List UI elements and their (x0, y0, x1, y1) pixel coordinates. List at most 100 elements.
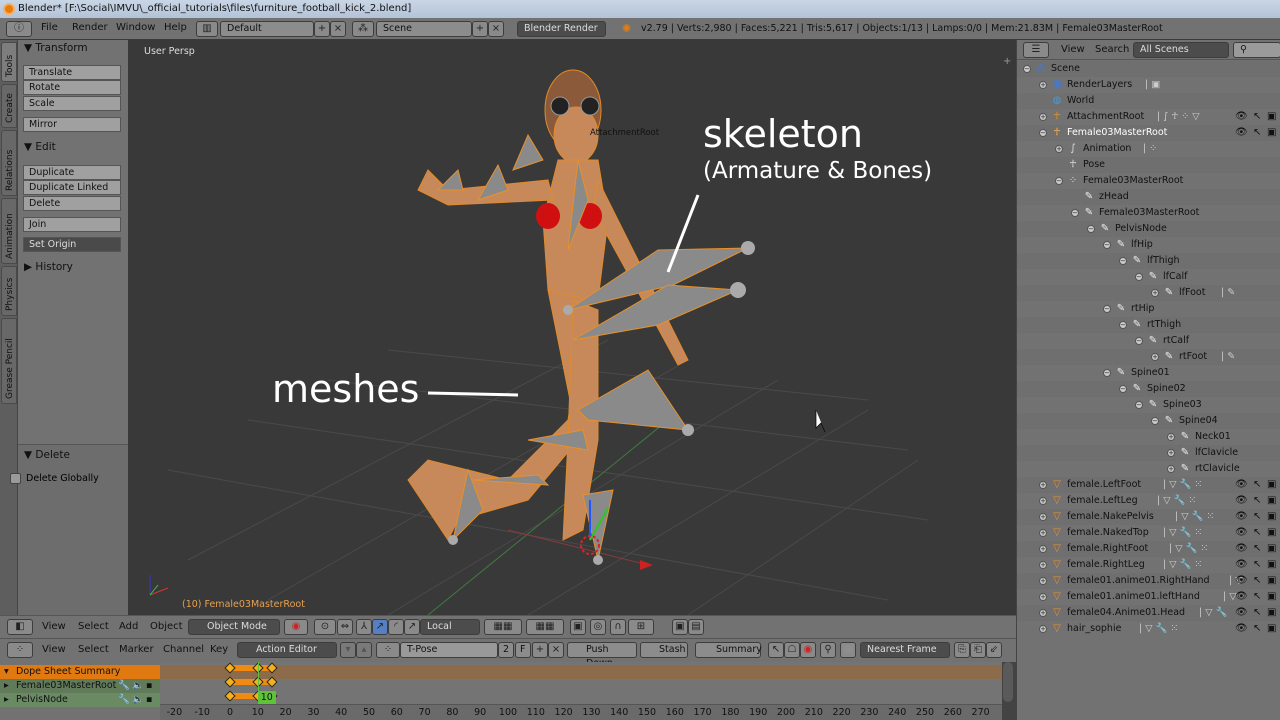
pivot-point-icon[interactable]: ⊙ (314, 619, 336, 635)
outliner-item-label[interactable]: female01.anime01.leftHand (1067, 589, 1200, 605)
outliner-row[interactable]: − ⁂ Scene (1017, 61, 1280, 77)
outliner-item-label[interactable]: Scene (1051, 61, 1080, 77)
menu-view[interactable]: View (1061, 44, 1085, 55)
expand-toggle-icon[interactable]: + (1167, 465, 1175, 473)
renderability-camera-icon[interactable]: ▣ (1267, 622, 1276, 636)
outliner-row[interactable]: + ✎ rtFoot | ✎ (1017, 349, 1280, 365)
expand-toggle-icon[interactable]: + (1055, 145, 1063, 153)
visibility-eye-icon[interactable]: 👁 (1235, 606, 1248, 620)
outliner-row[interactable]: − ✎ rtCalf (1017, 333, 1280, 349)
outliner-row[interactable]: + ✎ Neck01 (1017, 429, 1280, 445)
outliner-row[interactable]: − ✎ PelvisNode (1017, 221, 1280, 237)
outliner-row[interactable]: + ✎ lfFoot | ✎ (1017, 285, 1280, 301)
selectability-cursor-icon[interactable]: ↖ (1253, 606, 1261, 620)
summary-toggle[interactable]: Summary (695, 642, 762, 658)
scene-icon[interactable]: ⁂ (352, 21, 374, 37)
outliner-item-label[interactable]: female.NakePelvis (1067, 509, 1154, 525)
action-up-icon[interactable]: ▴ (356, 642, 372, 658)
visibility-eye-icon[interactable]: 👁 (1235, 542, 1248, 556)
menu-file[interactable]: File (41, 22, 58, 33)
outliner-item-label[interactable]: World (1067, 93, 1094, 109)
expand-toggle-icon[interactable]: + (1151, 353, 1159, 361)
selectability-cursor-icon[interactable]: ↖ (1253, 110, 1261, 124)
expand-toggle-icon[interactable]: + (1039, 497, 1047, 505)
snap-icon[interactable]: ∩ (610, 619, 626, 635)
outliner-row[interactable]: + ▽ hair_sophie | ▽ 🔧 ⁙ 👁 ↖ ▣ (1017, 621, 1280, 637)
outliner-row[interactable]: + ▽ female.NakedTop | ▽ 🔧 ⁙ 👁 ↖ ▣ (1017, 525, 1280, 541)
outliner-row[interactable]: − ✎ rtHip (1017, 301, 1280, 317)
rotate-manipulator-icon[interactable]: ↗ (372, 619, 388, 635)
renderability-camera-icon[interactable]: ▣ (1267, 510, 1276, 524)
collapse-toggle-icon[interactable]: − (1103, 241, 1111, 249)
expand-arrow-icon[interactable]: ▸ (4, 693, 9, 707)
expand-toggle-icon[interactable]: + (1039, 593, 1047, 601)
collapse-toggle-icon[interactable]: − (1151, 417, 1159, 425)
renderability-camera-icon[interactable]: ▣ (1267, 542, 1276, 556)
outliner-item-label[interactable]: PelvisNode (1115, 221, 1167, 237)
modifier-wrench-icon[interactable]: 🔧 (118, 693, 130, 707)
screen-layout-field[interactable]: Default (220, 21, 314, 37)
outliner-row[interactable]: + ▽ female04.Anime01.Head | ▽ 🔧 👁 ↖ ▣ (1017, 605, 1280, 621)
menu-add[interactable]: Add (119, 621, 138, 632)
renderability-camera-icon[interactable]: ▣ (1267, 126, 1276, 140)
delete-globally-checkbox[interactable] (10, 473, 21, 484)
renderability-camera-icon[interactable]: ▣ (1267, 478, 1276, 492)
layers-grid-2[interactable]: ▦▦ (526, 619, 564, 635)
expand-arrow-icon[interactable]: ▾ (4, 665, 9, 679)
visibility-eye-icon[interactable]: 👁 (1235, 622, 1248, 636)
transform-orientation-icon[interactable]: ↗ (404, 619, 420, 635)
expand-toggle-icon[interactable]: + (1151, 289, 1159, 297)
outliner-row[interactable]: + ▽ female.RightFoot | ▽ 🔧 ⁙ 👁 ↖ ▣ (1017, 541, 1280, 557)
expand-arrow-icon[interactable]: ▸ (4, 679, 9, 693)
menu-window[interactable]: Window (116, 22, 155, 33)
edit-panel-header[interactable]: ▼ Edit (24, 141, 56, 153)
lock-layers-icon[interactable]: ▣ (570, 619, 586, 635)
add-region-icon[interactable]: + (1003, 56, 1011, 67)
outliner-item-label[interactable]: rtFoot (1179, 349, 1207, 365)
outliner-item-label[interactable]: female04.Anime01.Head (1067, 605, 1185, 621)
lock-icon[interactable]: ▪ (146, 693, 152, 707)
remove-layout-icon[interactable]: × (330, 21, 346, 37)
lock-icon[interactable]: ▪ (146, 679, 152, 693)
expand-toggle-icon[interactable]: + (1039, 609, 1047, 617)
duplicate-button[interactable]: Duplicate (23, 165, 121, 180)
selectability-cursor-icon[interactable]: ↖ (1253, 526, 1261, 540)
tab-physics[interactable]: Physics (1, 266, 17, 316)
copy-keyframes-icon[interactable]: ⎘ (954, 642, 970, 658)
renderability-camera-icon[interactable]: ▣ (1267, 590, 1276, 604)
manipulator-toggle-icon[interactable]: ⇔ (337, 619, 353, 635)
visibility-eye-icon[interactable]: 👁 (1235, 126, 1248, 140)
expand-toggle-icon[interactable]: + (1167, 433, 1175, 441)
expand-toggle-icon[interactable]: + (1167, 449, 1175, 457)
collapse-toggle-icon[interactable]: − (1119, 385, 1127, 393)
outliner-row[interactable]: + ✎ lfClavicle (1017, 445, 1280, 461)
collapse-toggle-icon[interactable]: − (1039, 129, 1047, 137)
outliner-item-label[interactable]: Spine01 (1131, 365, 1170, 381)
filter-search-icon[interactable]: ⚲ (820, 642, 836, 658)
translate-manipulator-icon[interactable]: ⅄ (356, 619, 372, 635)
expand-toggle-icon[interactable]: + (1039, 113, 1047, 121)
outliner-row[interactable]: + ✎ rtClavicle (1017, 461, 1280, 477)
collapse-toggle-icon[interactable]: − (1135, 401, 1143, 409)
visibility-eye-icon[interactable]: 👁 (1235, 478, 1248, 492)
dopesheet-mode-dropdown[interactable]: Action Editor (237, 642, 337, 658)
outliner-item-label[interactable]: Neck01 (1195, 429, 1231, 445)
outliner-item-label[interactable]: Spine02 (1147, 381, 1186, 397)
visibility-eye-icon[interactable]: 👁 (1235, 558, 1248, 572)
mirror-button[interactable]: Mirror (23, 117, 121, 132)
x-gizmo-arrow[interactable] (640, 560, 653, 570)
renderability-camera-icon[interactable]: ▣ (1267, 110, 1276, 124)
only-errors-icon[interactable]: ◉ (800, 642, 816, 658)
selectability-cursor-icon[interactable]: ↖ (1253, 574, 1261, 588)
editor-type-dopesheet-icon[interactable]: ⁘ (7, 642, 33, 658)
expand-toggle-icon[interactable]: + (1039, 625, 1047, 633)
tab-animation[interactable]: Animation (1, 198, 17, 264)
outliner-row[interactable]: − ✎ Spine02 (1017, 381, 1280, 397)
visibility-eye-icon[interactable]: 👁 (1235, 510, 1248, 524)
viewport-shading-icon[interactable]: ◉ (284, 619, 308, 635)
object-mode-dropdown[interactable]: Object Mode (188, 619, 280, 635)
collapse-toggle-icon[interactable]: − (1119, 321, 1127, 329)
expand-toggle-icon[interactable]: + (1039, 513, 1047, 521)
tab-grease-pencil[interactable]: Grease Pencil (1, 318, 17, 404)
paste-keyframes-icon[interactable]: ⎗ (970, 642, 986, 658)
